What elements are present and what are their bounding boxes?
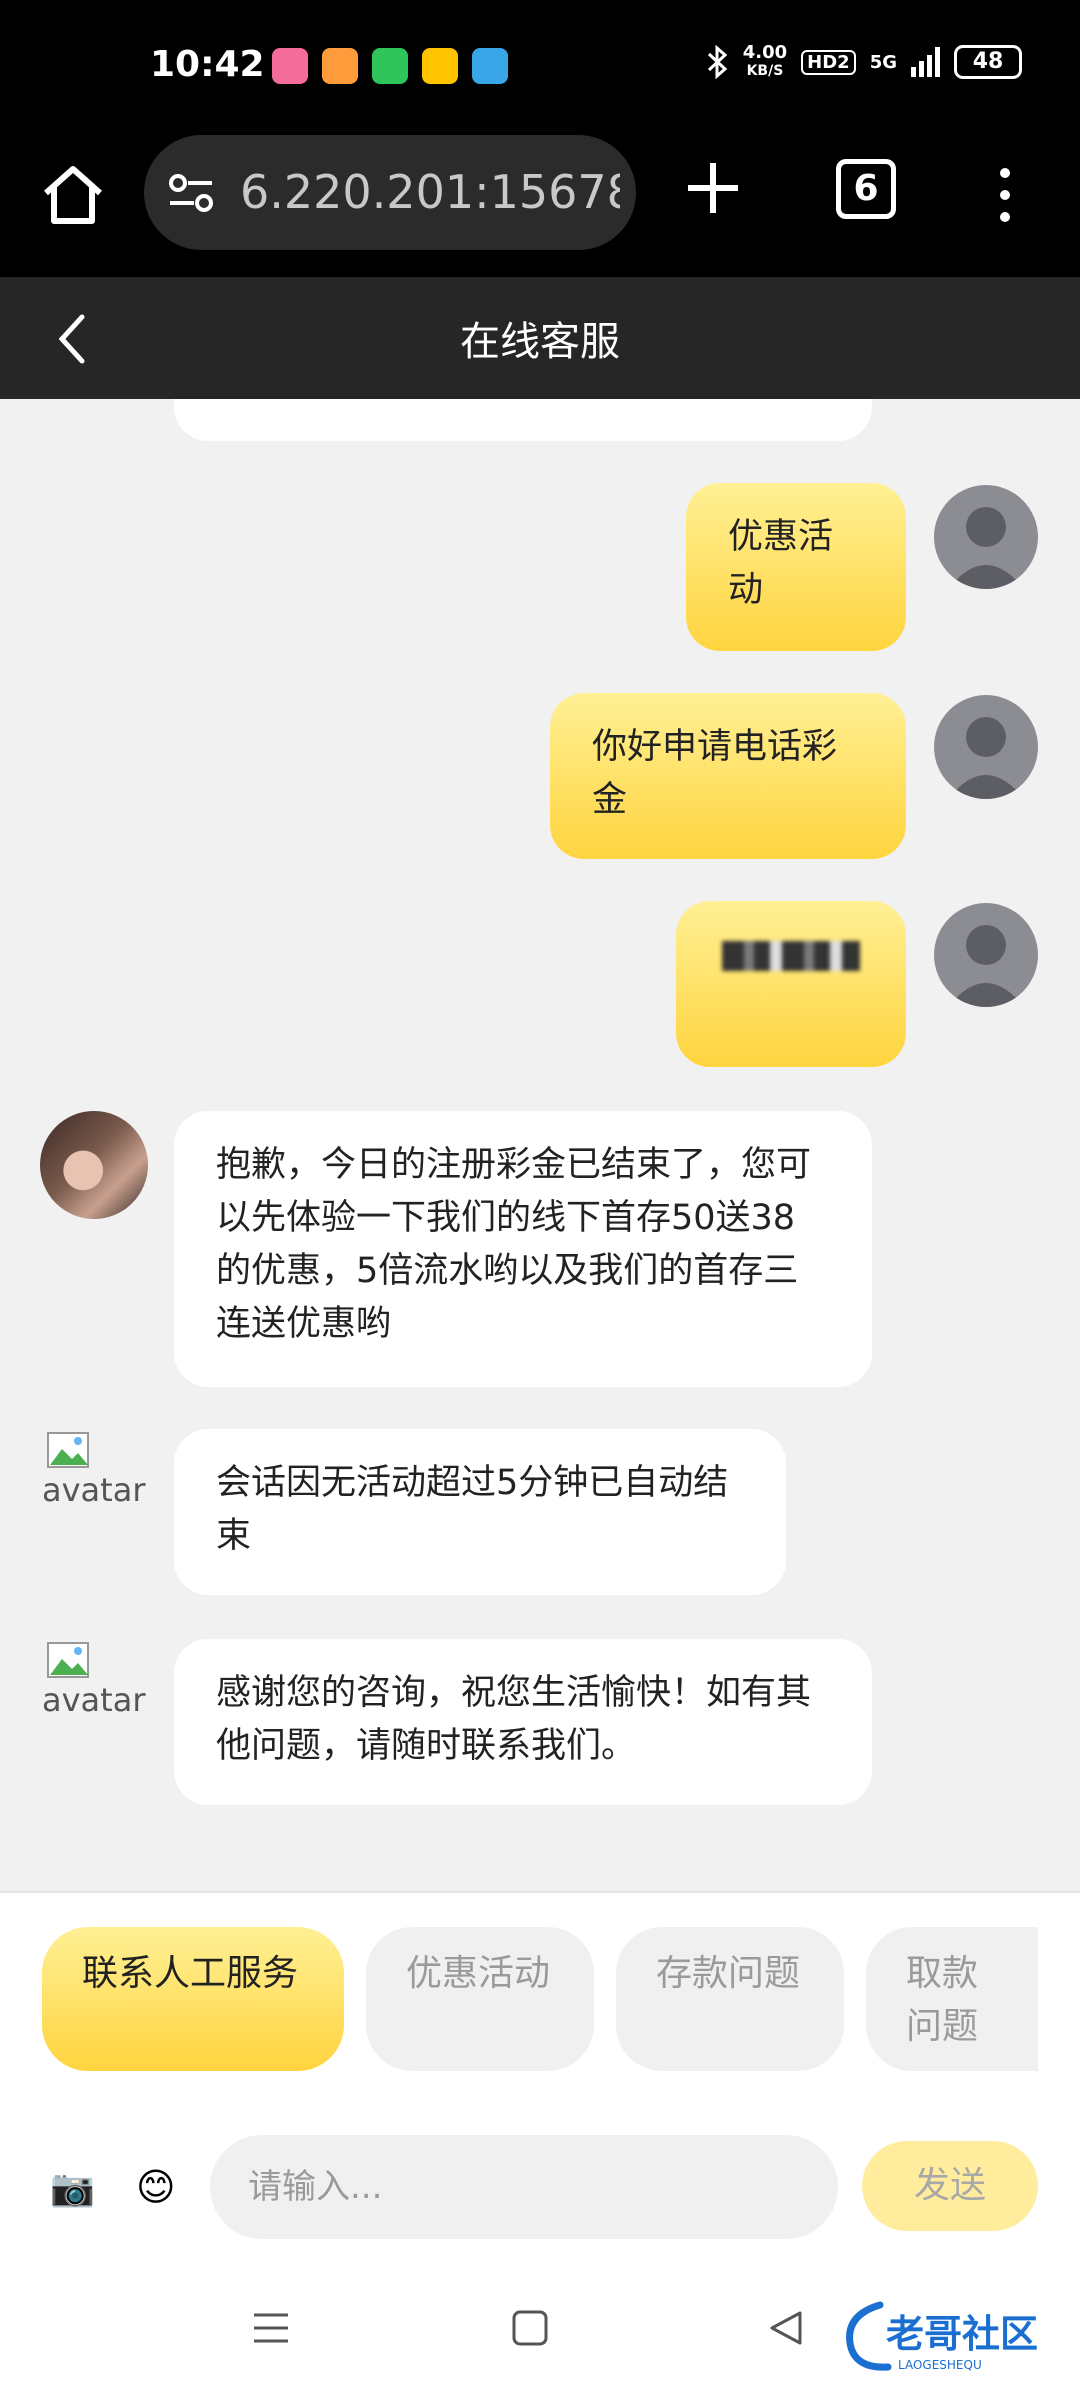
- user-message-bubble-blurred: [676, 901, 906, 1067]
- broken-avatar: avatar: [42, 1639, 152, 1729]
- broken-avatar: avatar: [42, 1429, 152, 1519]
- camera-icon[interactable]: 📷: [50, 2167, 95, 2209]
- network-speed: 4.00 KB/S: [742, 42, 788, 80]
- quick-reply-deposit[interactable]: 存款问题: [616, 1927, 844, 2071]
- message-input[interactable]: [210, 2135, 838, 2239]
- send-button[interactable]: 发送: [862, 2141, 1038, 2231]
- site-settings-icon[interactable]: [166, 167, 218, 219]
- agent-message-bubble: 抱歉，今日的注册彩金已结束了，您可以先体验一下我们的线下首存50送38的优惠，5…: [174, 1111, 872, 1387]
- emoji-icon[interactable]: 😊: [136, 2165, 176, 2209]
- status-bar: 10:42 4.00 KB/S HD2 5G 48: [0, 0, 1080, 135]
- chat-header: 在线客服: [0, 277, 1080, 399]
- user-silhouette-icon: [948, 507, 1024, 589]
- agent-avatar: [40, 1111, 148, 1219]
- bilibili-app-icon: [272, 48, 308, 84]
- hd-voice-icon: HD2: [801, 49, 856, 75]
- battery-icon: 48: [954, 45, 1022, 79]
- quick-reply-bar: 联系人工服务 优惠活动 存款问题 取款问题: [0, 1891, 1080, 2105]
- blurred-text: [722, 941, 860, 971]
- signal-bars-icon: [911, 47, 940, 77]
- user-message-bubble: 你好申请电话彩金: [550, 693, 906, 859]
- quick-reply-human-service[interactable]: 联系人工服务: [42, 1927, 344, 2071]
- browser-toolbar: 6.220.201:15678 6: [0, 135, 1080, 277]
- new-tab-icon[interactable]: [680, 155, 746, 221]
- status-indicators: 4.00 KB/S HD2 5G 48: [705, 44, 1022, 80]
- url-text[interactable]: 6.220.201:15678: [240, 165, 620, 219]
- user-avatar: [934, 695, 1038, 799]
- chat-message-list[interactable]: 优惠活动 你好申请电话彩金 抱歉，今日的注册彩金已结束了，您可以先体验一下我们的…: [0, 399, 1080, 1891]
- signal-5g-label: 5G: [869, 51, 897, 73]
- meituan-app-icon: [422, 48, 458, 84]
- user-message-bubble: 优惠活动: [686, 483, 906, 651]
- system-nav-bar: 老哥社区 LAOGESHEQU: [0, 2271, 1080, 2400]
- tab-switcher-button[interactable]: 6: [836, 159, 896, 219]
- more-menu-icon[interactable]: [990, 165, 1020, 225]
- broken-image-icon: [47, 1432, 89, 1468]
- broken-image-icon: [47, 1642, 89, 1678]
- bluetooth-icon: [707, 45, 727, 79]
- mail-app-icon: [472, 48, 508, 84]
- video-app-icon: [322, 48, 358, 84]
- user-silhouette-icon: [948, 925, 1024, 1007]
- avatar-alt-text: avatar: [42, 1471, 146, 1509]
- home-icon[interactable]: [38, 161, 108, 231]
- message-bubble-partial: [174, 399, 872, 441]
- watermark-logo: 老哥社区 LAOGESHEQU: [846, 2301, 1038, 2372]
- back-nav-icon[interactable]: [766, 2307, 806, 2349]
- quick-reply-promotions[interactable]: 优惠活动: [366, 1927, 594, 2071]
- notification-icons: [272, 48, 508, 84]
- user-silhouette-icon: [948, 717, 1024, 799]
- message-input-bar: 📷 😊 发送: [0, 2101, 1080, 2271]
- page-title: 在线客服: [460, 319, 620, 365]
- status-time: 10:42: [150, 44, 265, 85]
- user-avatar: [934, 485, 1038, 589]
- system-message-bubble: 感谢您的咨询，祝您生活愉快！如有其他问题，请随时联系我们。: [174, 1639, 872, 1805]
- svg-text:LAOGESHEQU: LAOGESHEQU: [898, 2358, 982, 2372]
- quick-reply-withdraw[interactable]: 取款问题: [866, 1927, 1038, 2071]
- svg-text:老哥社区: 老哥社区: [886, 2312, 1038, 2356]
- system-message-bubble: 会话因无活动超过5分钟已自动结束: [174, 1429, 786, 1595]
- user-avatar: [934, 903, 1038, 1007]
- avatar-alt-text: avatar: [42, 1681, 146, 1719]
- address-bar[interactable]: 6.220.201:15678: [144, 135, 636, 250]
- home-nav-icon[interactable]: [510, 2307, 550, 2349]
- phone-app-icon: [372, 48, 408, 84]
- recent-apps-icon[interactable]: [250, 2307, 292, 2349]
